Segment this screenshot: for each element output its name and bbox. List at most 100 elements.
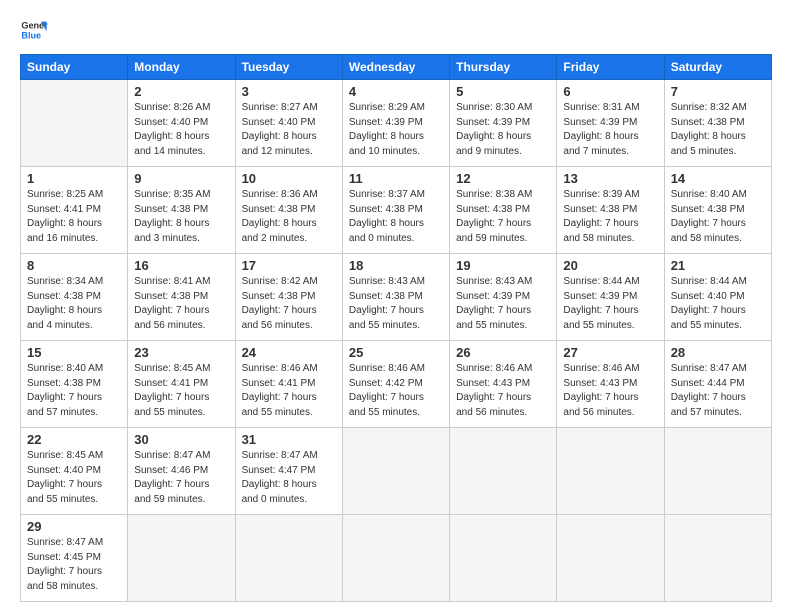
calendar-cell: 6 Sunrise: 8:31 AM Sunset: 4:39 PM Dayli… <box>557 80 664 167</box>
day-number: 22 <box>27 432 121 447</box>
calendar-cell: 12 Sunrise: 8:38 AM Sunset: 4:38 PM Dayl… <box>450 167 557 254</box>
day-number: 12 <box>456 171 550 186</box>
calendar-cell: 4 Sunrise: 8:29 AM Sunset: 4:39 PM Dayli… <box>342 80 449 167</box>
day-number: 30 <box>134 432 228 447</box>
calendar-cell: 11 Sunrise: 8:37 AM Sunset: 4:38 PM Dayl… <box>342 167 449 254</box>
day-info: Sunrise: 8:43 AM Sunset: 4:38 PM Dayligh… <box>349 276 425 331</box>
day-info: Sunrise: 8:25 AM Sunset: 4:41 PM Dayligh… <box>27 189 103 244</box>
calendar-cell: 18 Sunrise: 8:43 AM Sunset: 4:38 PM Dayl… <box>342 254 449 341</box>
day-info: Sunrise: 8:42 AM Sunset: 4:38 PM Dayligh… <box>242 276 318 331</box>
calendar-cell: 20 Sunrise: 8:44 AM Sunset: 4:39 PM Dayl… <box>557 254 664 341</box>
day-info: Sunrise: 8:35 AM Sunset: 4:38 PM Dayligh… <box>134 189 210 244</box>
day-number: 15 <box>27 345 121 360</box>
day-info: Sunrise: 8:44 AM Sunset: 4:40 PM Dayligh… <box>671 276 747 331</box>
calendar-cell: 27 Sunrise: 8:46 AM Sunset: 4:43 PM Dayl… <box>557 341 664 428</box>
calendar-cell: 25 Sunrise: 8:46 AM Sunset: 4:42 PM Dayl… <box>342 341 449 428</box>
day-number: 31 <box>242 432 336 447</box>
day-header: Tuesday <box>235 55 342 80</box>
calendar-cell: 26 Sunrise: 8:46 AM Sunset: 4:43 PM Dayl… <box>450 341 557 428</box>
day-number: 29 <box>27 519 121 534</box>
calendar-cell <box>664 428 771 515</box>
day-header: Thursday <box>450 55 557 80</box>
day-number: 14 <box>671 171 765 186</box>
logo: General Blue <box>20 16 48 44</box>
calendar-cell <box>664 515 771 602</box>
calendar-cell <box>342 428 449 515</box>
day-number: 20 <box>563 258 657 273</box>
header: General Blue <box>20 16 772 44</box>
day-info: Sunrise: 8:29 AM Sunset: 4:39 PM Dayligh… <box>349 102 425 157</box>
day-info: Sunrise: 8:37 AM Sunset: 4:38 PM Dayligh… <box>349 189 425 244</box>
day-info: Sunrise: 8:47 AM Sunset: 4:46 PM Dayligh… <box>134 450 210 505</box>
day-number: 10 <box>242 171 336 186</box>
day-number: 23 <box>134 345 228 360</box>
calendar-cell: 3 Sunrise: 8:27 AM Sunset: 4:40 PM Dayli… <box>235 80 342 167</box>
day-info: Sunrise: 8:38 AM Sunset: 4:38 PM Dayligh… <box>456 189 532 244</box>
calendar-cell: 31 Sunrise: 8:47 AM Sunset: 4:47 PM Dayl… <box>235 428 342 515</box>
day-info: Sunrise: 8:36 AM Sunset: 4:38 PM Dayligh… <box>242 189 318 244</box>
day-info: Sunrise: 8:47 AM Sunset: 4:45 PM Dayligh… <box>27 537 103 592</box>
calendar-cell: 2 Sunrise: 8:26 AM Sunset: 4:40 PM Dayli… <box>128 80 235 167</box>
day-info: Sunrise: 8:47 AM Sunset: 4:47 PM Dayligh… <box>242 450 318 505</box>
day-info: Sunrise: 8:47 AM Sunset: 4:44 PM Dayligh… <box>671 363 747 418</box>
calendar-cell <box>557 428 664 515</box>
day-number: 25 <box>349 345 443 360</box>
calendar-cell <box>342 515 449 602</box>
calendar-cell <box>128 515 235 602</box>
day-info: Sunrise: 8:46 AM Sunset: 4:41 PM Dayligh… <box>242 363 318 418</box>
day-number: 17 <box>242 258 336 273</box>
day-number: 13 <box>563 171 657 186</box>
calendar-cell: 9 Sunrise: 8:35 AM Sunset: 4:38 PM Dayli… <box>128 167 235 254</box>
day-info: Sunrise: 8:34 AM Sunset: 4:38 PM Dayligh… <box>27 276 103 331</box>
day-info: Sunrise: 8:40 AM Sunset: 4:38 PM Dayligh… <box>27 363 103 418</box>
day-info: Sunrise: 8:39 AM Sunset: 4:38 PM Dayligh… <box>563 189 639 244</box>
day-info: Sunrise: 8:26 AM Sunset: 4:40 PM Dayligh… <box>134 102 210 157</box>
calendar-cell: 23 Sunrise: 8:45 AM Sunset: 4:41 PM Dayl… <box>128 341 235 428</box>
calendar-cell: 8 Sunrise: 8:34 AM Sunset: 4:38 PM Dayli… <box>21 254 128 341</box>
day-number: 2 <box>134 84 228 99</box>
day-info: Sunrise: 8:46 AM Sunset: 4:43 PM Dayligh… <box>563 363 639 418</box>
svg-text:Blue: Blue <box>21 30 41 40</box>
day-number: 3 <box>242 84 336 99</box>
day-info: Sunrise: 8:43 AM Sunset: 4:39 PM Dayligh… <box>456 276 532 331</box>
calendar-cell: 17 Sunrise: 8:42 AM Sunset: 4:38 PM Dayl… <box>235 254 342 341</box>
calendar-cell: 22 Sunrise: 8:45 AM Sunset: 4:40 PM Dayl… <box>21 428 128 515</box>
calendar-cell: 19 Sunrise: 8:43 AM Sunset: 4:39 PM Dayl… <box>450 254 557 341</box>
day-info: Sunrise: 8:45 AM Sunset: 4:40 PM Dayligh… <box>27 450 103 505</box>
day-number: 19 <box>456 258 550 273</box>
day-number: 21 <box>671 258 765 273</box>
calendar-cell: 21 Sunrise: 8:44 AM Sunset: 4:40 PM Dayl… <box>664 254 771 341</box>
calendar-cell: 16 Sunrise: 8:41 AM Sunset: 4:38 PM Dayl… <box>128 254 235 341</box>
day-header: Monday <box>128 55 235 80</box>
day-number: 6 <box>563 84 657 99</box>
calendar-cell <box>235 515 342 602</box>
day-number: 4 <box>349 84 443 99</box>
day-header: Sunday <box>21 55 128 80</box>
day-info: Sunrise: 8:44 AM Sunset: 4:39 PM Dayligh… <box>563 276 639 331</box>
day-number: 1 <box>27 171 121 186</box>
day-info: Sunrise: 8:40 AM Sunset: 4:38 PM Dayligh… <box>671 189 747 244</box>
day-info: Sunrise: 8:30 AM Sunset: 4:39 PM Dayligh… <box>456 102 532 157</box>
day-number: 16 <box>134 258 228 273</box>
day-number: 27 <box>563 345 657 360</box>
day-header: Wednesday <box>342 55 449 80</box>
calendar-cell: 15 Sunrise: 8:40 AM Sunset: 4:38 PM Dayl… <box>21 341 128 428</box>
calendar-cell <box>450 428 557 515</box>
day-number: 24 <box>242 345 336 360</box>
day-number: 9 <box>134 171 228 186</box>
calendar-cell <box>21 80 128 167</box>
calendar-cell: 5 Sunrise: 8:30 AM Sunset: 4:39 PM Dayli… <box>450 80 557 167</box>
day-number: 11 <box>349 171 443 186</box>
day-number: 5 <box>456 84 550 99</box>
calendar-cell: 7 Sunrise: 8:32 AM Sunset: 4:38 PM Dayli… <box>664 80 771 167</box>
day-info: Sunrise: 8:32 AM Sunset: 4:38 PM Dayligh… <box>671 102 747 157</box>
calendar-cell: 30 Sunrise: 8:47 AM Sunset: 4:46 PM Dayl… <box>128 428 235 515</box>
calendar-cell <box>557 515 664 602</box>
day-number: 8 <box>27 258 121 273</box>
day-number: 26 <box>456 345 550 360</box>
calendar-cell: 1 Sunrise: 8:25 AM Sunset: 4:41 PM Dayli… <box>21 167 128 254</box>
calendar-cell: 14 Sunrise: 8:40 AM Sunset: 4:38 PM Dayl… <box>664 167 771 254</box>
calendar-cell: 13 Sunrise: 8:39 AM Sunset: 4:38 PM Dayl… <box>557 167 664 254</box>
day-number: 7 <box>671 84 765 99</box>
day-header: Friday <box>557 55 664 80</box>
